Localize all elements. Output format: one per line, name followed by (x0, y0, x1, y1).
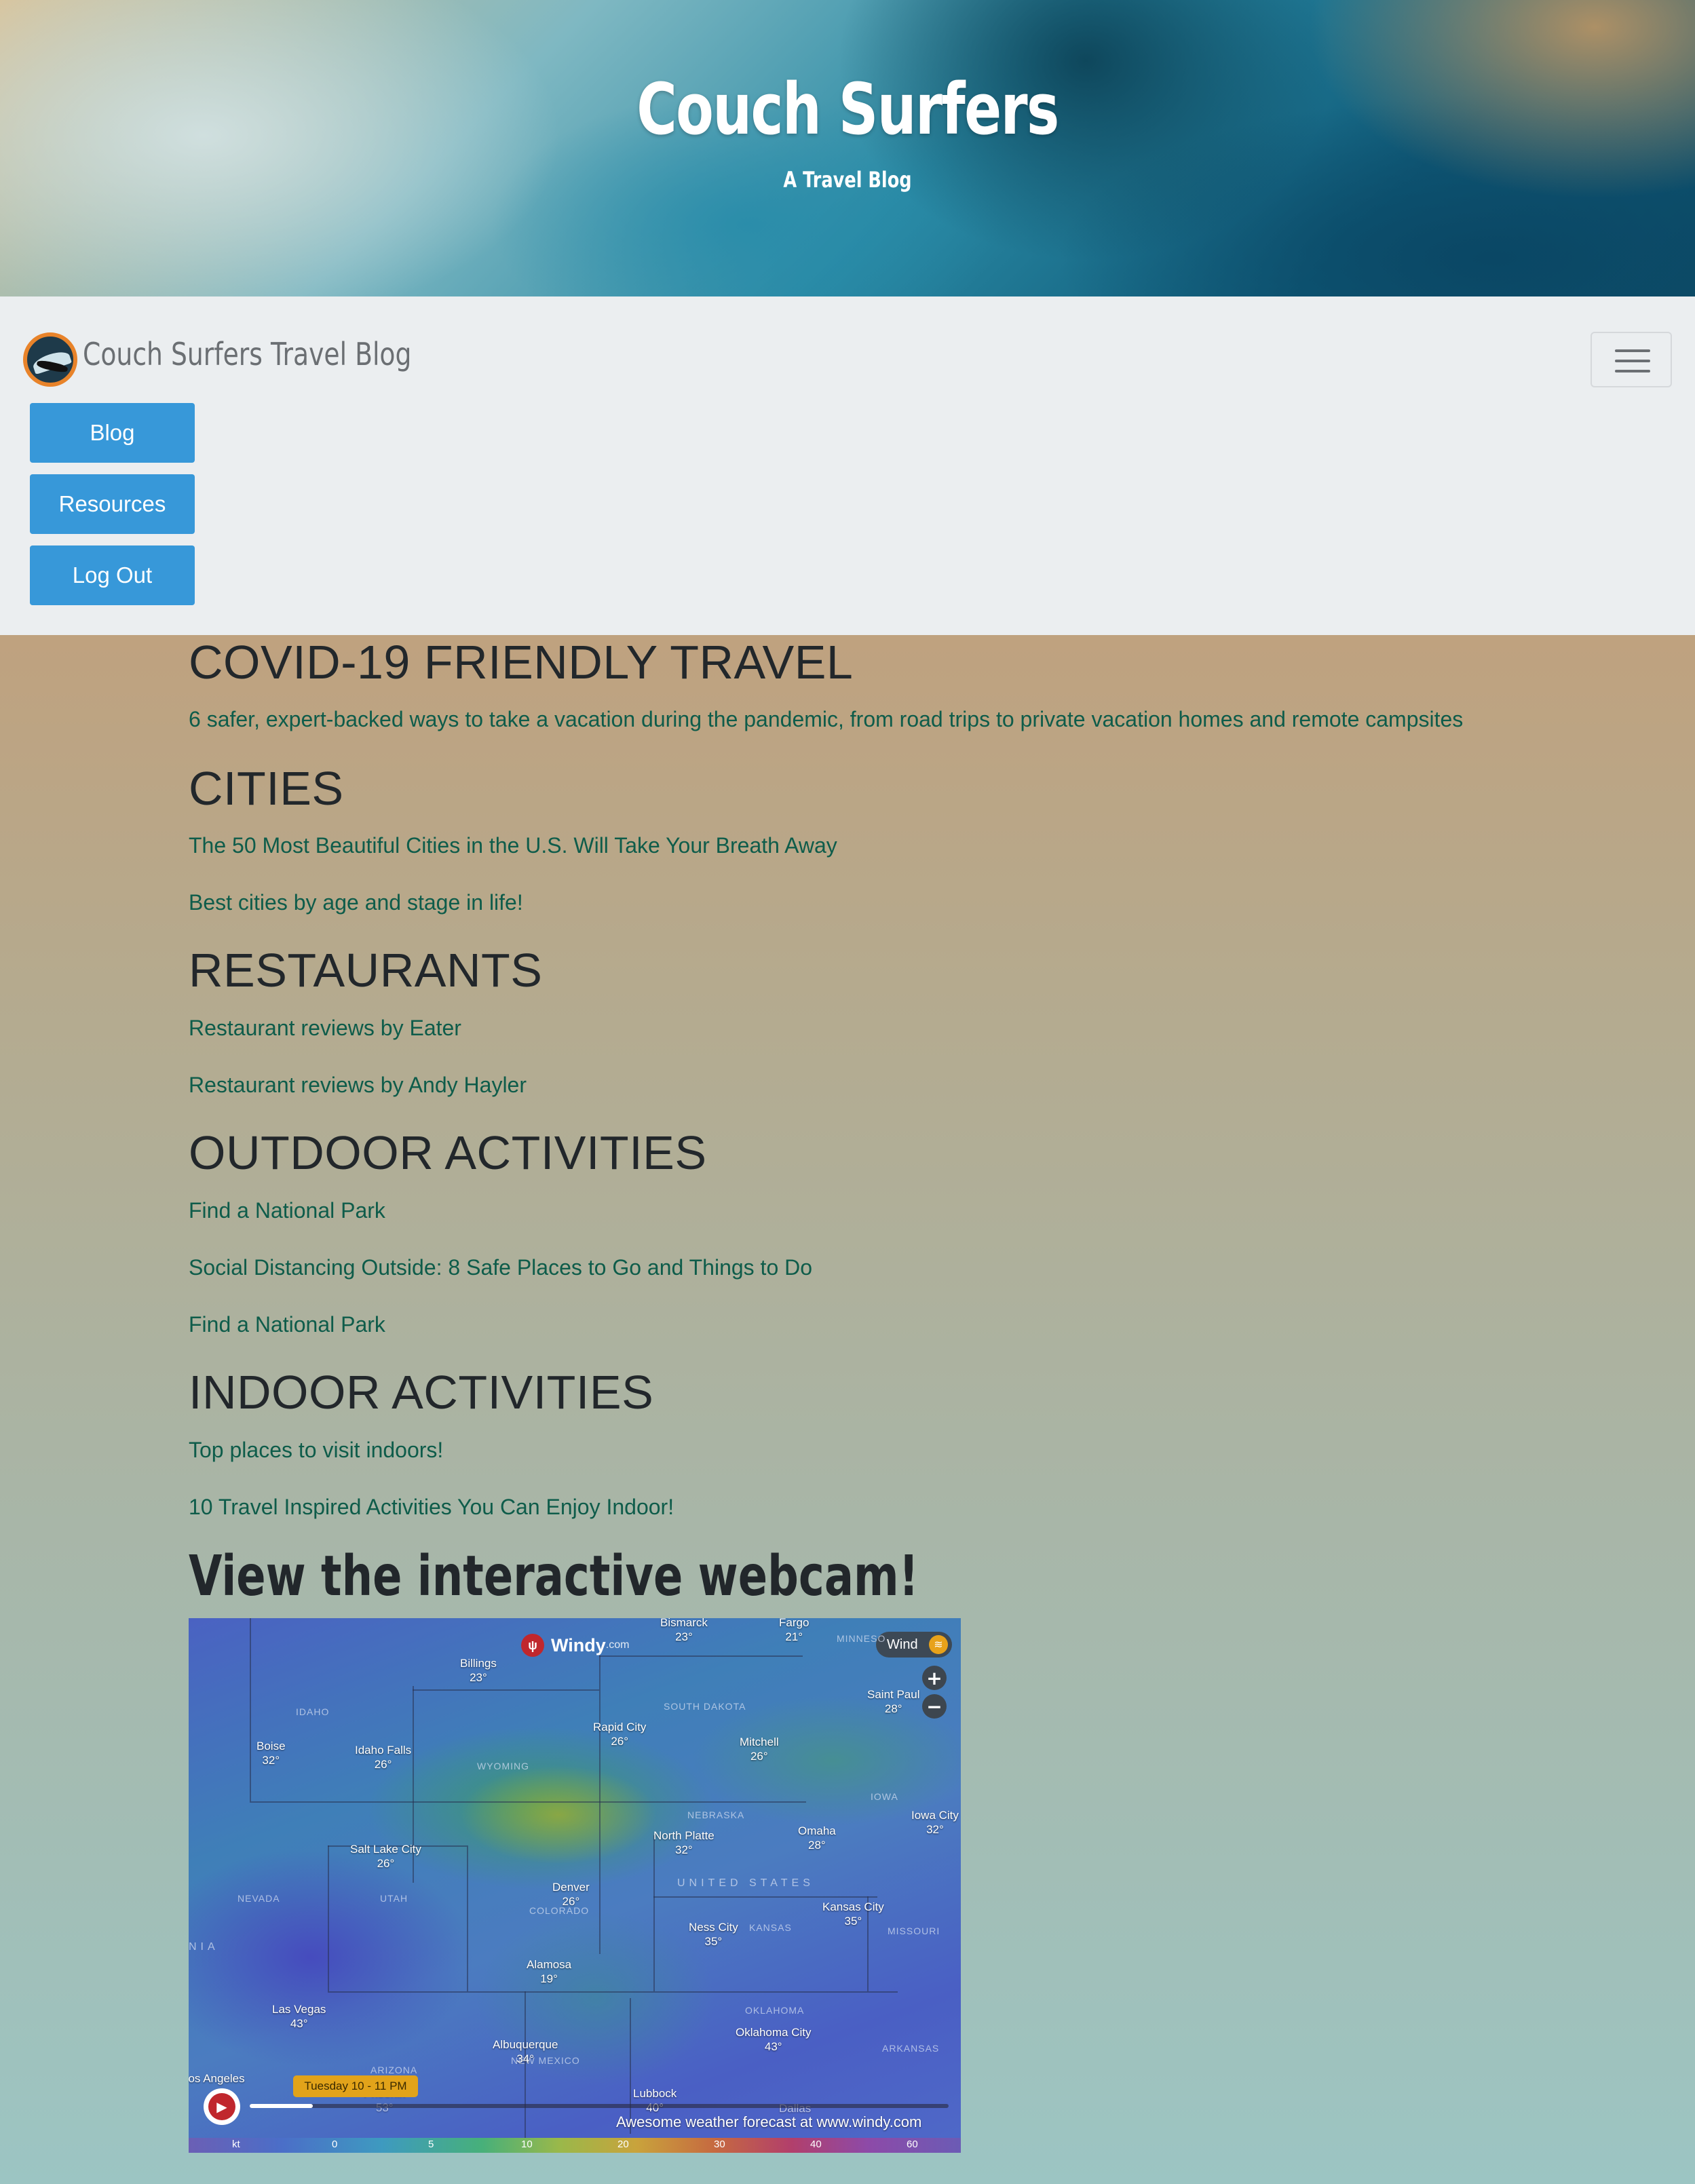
city-label: Albuquerque 34° (493, 2038, 558, 2065)
resources-button[interactable]: Resources (30, 474, 195, 534)
state-label: SOUTH DAKOTA (664, 1701, 746, 1712)
timeline-slider[interactable] (250, 2104, 949, 2108)
city-label: Alamosa 19° (527, 1958, 572, 1985)
indoor-link-1[interactable]: Top places to visit indoors! (189, 1438, 443, 1463)
hamburger-icon (1615, 349, 1650, 352)
legend-label: 20 (617, 2139, 629, 2150)
cities-link-2[interactable]: Best cities by age and stage in life! (189, 890, 523, 915)
legend-label: 30 (714, 2139, 725, 2150)
time-indicator[interactable]: Tuesday 10 - 11 PM (293, 2075, 418, 2097)
play-button[interactable]: ▶ (204, 2088, 240, 2125)
section-heading-indoor: INDOOR ACTIVITIES (189, 1366, 654, 1419)
wind-layer-button[interactable]: Wind ≋ (876, 1632, 952, 1658)
state-label: ARKANSAS (882, 2043, 940, 2054)
section-heading-covid: COVID-19 FRIENDLY TRAVEL (189, 636, 854, 689)
covid-link[interactable]: 6 safer, expert-backed ways to take a va… (189, 707, 1463, 732)
city-label: Billings 23° (460, 1657, 497, 1684)
section-heading-restaurants: RESTAURANTS (189, 944, 543, 997)
city-label: Omaha 28° (798, 1824, 836, 1852)
city-label: Las Vegas 43° (272, 2003, 326, 2030)
city-label: Ness City 35° (689, 1921, 738, 1948)
zoom-in-button[interactable]: + (922, 1666, 947, 1690)
wind-icon: ≋ (929, 1635, 948, 1654)
state-label: KANSAS (749, 1922, 792, 1933)
windy-logo[interactable]: ψ Windy .com (521, 1632, 629, 1659)
city-label: Saint Paul 28° (867, 1688, 920, 1715)
menu-toggle-button[interactable] (1591, 332, 1672, 387)
legend-label: 40 (810, 2139, 822, 2150)
section-heading-outdoor: OUTDOOR ACTIVITIES (189, 1126, 707, 1179)
city-label: Bismarck 23° (660, 1618, 708, 1643)
outdoor-link-2[interactable]: Social Distancing Outside: 8 Safe Places… (189, 1255, 812, 1280)
city-label: Denver 26° (552, 1881, 590, 1908)
cities-link-1[interactable]: The 50 Most Beautiful Cities in the U.S.… (189, 833, 837, 858)
city-label: Oklahoma City 43° (736, 2026, 812, 2053)
city-label: Rapid City 26° (593, 1721, 647, 1748)
outdoor-link-3[interactable]: Find a National Park (189, 1312, 385, 1337)
country-label: UNITED STATES (677, 1877, 814, 1889)
restaurants-link-2[interactable]: Restaurant reviews by Andy Hayler (189, 1073, 527, 1098)
state-label: NEVADA (237, 1893, 280, 1904)
city-label: Idaho Falls 26° (355, 1744, 412, 1771)
brand-name[interactable]: Couch Surfers Travel Blog (83, 336, 411, 372)
zoom-out-button[interactable]: − (922, 1694, 947, 1719)
play-icon: ▶ (208, 2093, 235, 2120)
city-label: North Platte 32° (653, 1829, 715, 1856)
state-label: UTAH (380, 1893, 408, 1904)
brand-logo[interactable] (23, 332, 77, 387)
restaurants-link-1[interactable]: Restaurant reviews by Eater (189, 1016, 461, 1041)
city-label: Los Angeles (189, 2072, 245, 2085)
legend-label: 5 (428, 2139, 434, 2150)
legend-label: 10 (521, 2139, 533, 2150)
blog-button[interactable]: Blog (30, 403, 195, 463)
windy-icon: ψ (521, 1634, 544, 1657)
state-label: ARIZONA (370, 2065, 418, 2075)
state-label: WYOMING (477, 1761, 529, 1771)
state-label: NIA (189, 1941, 219, 1953)
state-label: NEBRASKA (687, 1809, 745, 1820)
navbar: Couch Surfers Travel Blog Blog Resources… (0, 296, 1695, 635)
city-label: Mitchell 26° (740, 1736, 779, 1763)
state-label: MINNESO (837, 1633, 886, 1644)
indoor-link-2[interactable]: 10 Travel Inspired Activities You Can En… (189, 1495, 674, 1520)
city-label: Fargo 21° (779, 1618, 810, 1643)
timeline-progress (250, 2104, 313, 2108)
legend-label: 0 (332, 2139, 338, 2150)
city-label: Lubbock40° (633, 2087, 677, 2114)
legend-label: kt (232, 2139, 240, 2150)
state-label: MISSOURI (888, 1926, 940, 1936)
weather-map[interactable]: ψ Windy .com Wind ≋ + − MINNESO IDAHO SOU… (189, 1618, 961, 2153)
city-label: Salt Lake City 26° (350, 1843, 421, 1870)
outdoor-link-1[interactable]: Find a National Park (189, 1198, 385, 1223)
state-label: OKLAHOMA (745, 2005, 805, 2016)
city-label: Iowa City 32° (911, 1809, 959, 1836)
hero-banner: Couch Surfers A Travel Blog (0, 0, 1695, 296)
webcam-title: View the interactive webcam! (189, 1544, 919, 1609)
wind-scale-legend: kt 0 5 10 20 30 40 60 (189, 2138, 961, 2153)
city-label: Kansas City 35° (822, 1900, 884, 1928)
site-subtitle: A Travel Blog (783, 167, 912, 193)
section-heading-cities: CITIES (189, 762, 344, 815)
log-out-button[interactable]: Log Out (30, 545, 195, 605)
city-label: Boise 32° (256, 1740, 286, 1767)
site-title: Couch Surfers (636, 68, 1059, 151)
state-label: IOWA (871, 1791, 898, 1802)
legend-label: 60 (907, 2139, 918, 2150)
state-label: IDAHO (296, 1706, 330, 1717)
forecast-credit[interactable]: Awesome weather forecast at www.windy.co… (616, 2113, 921, 2131)
